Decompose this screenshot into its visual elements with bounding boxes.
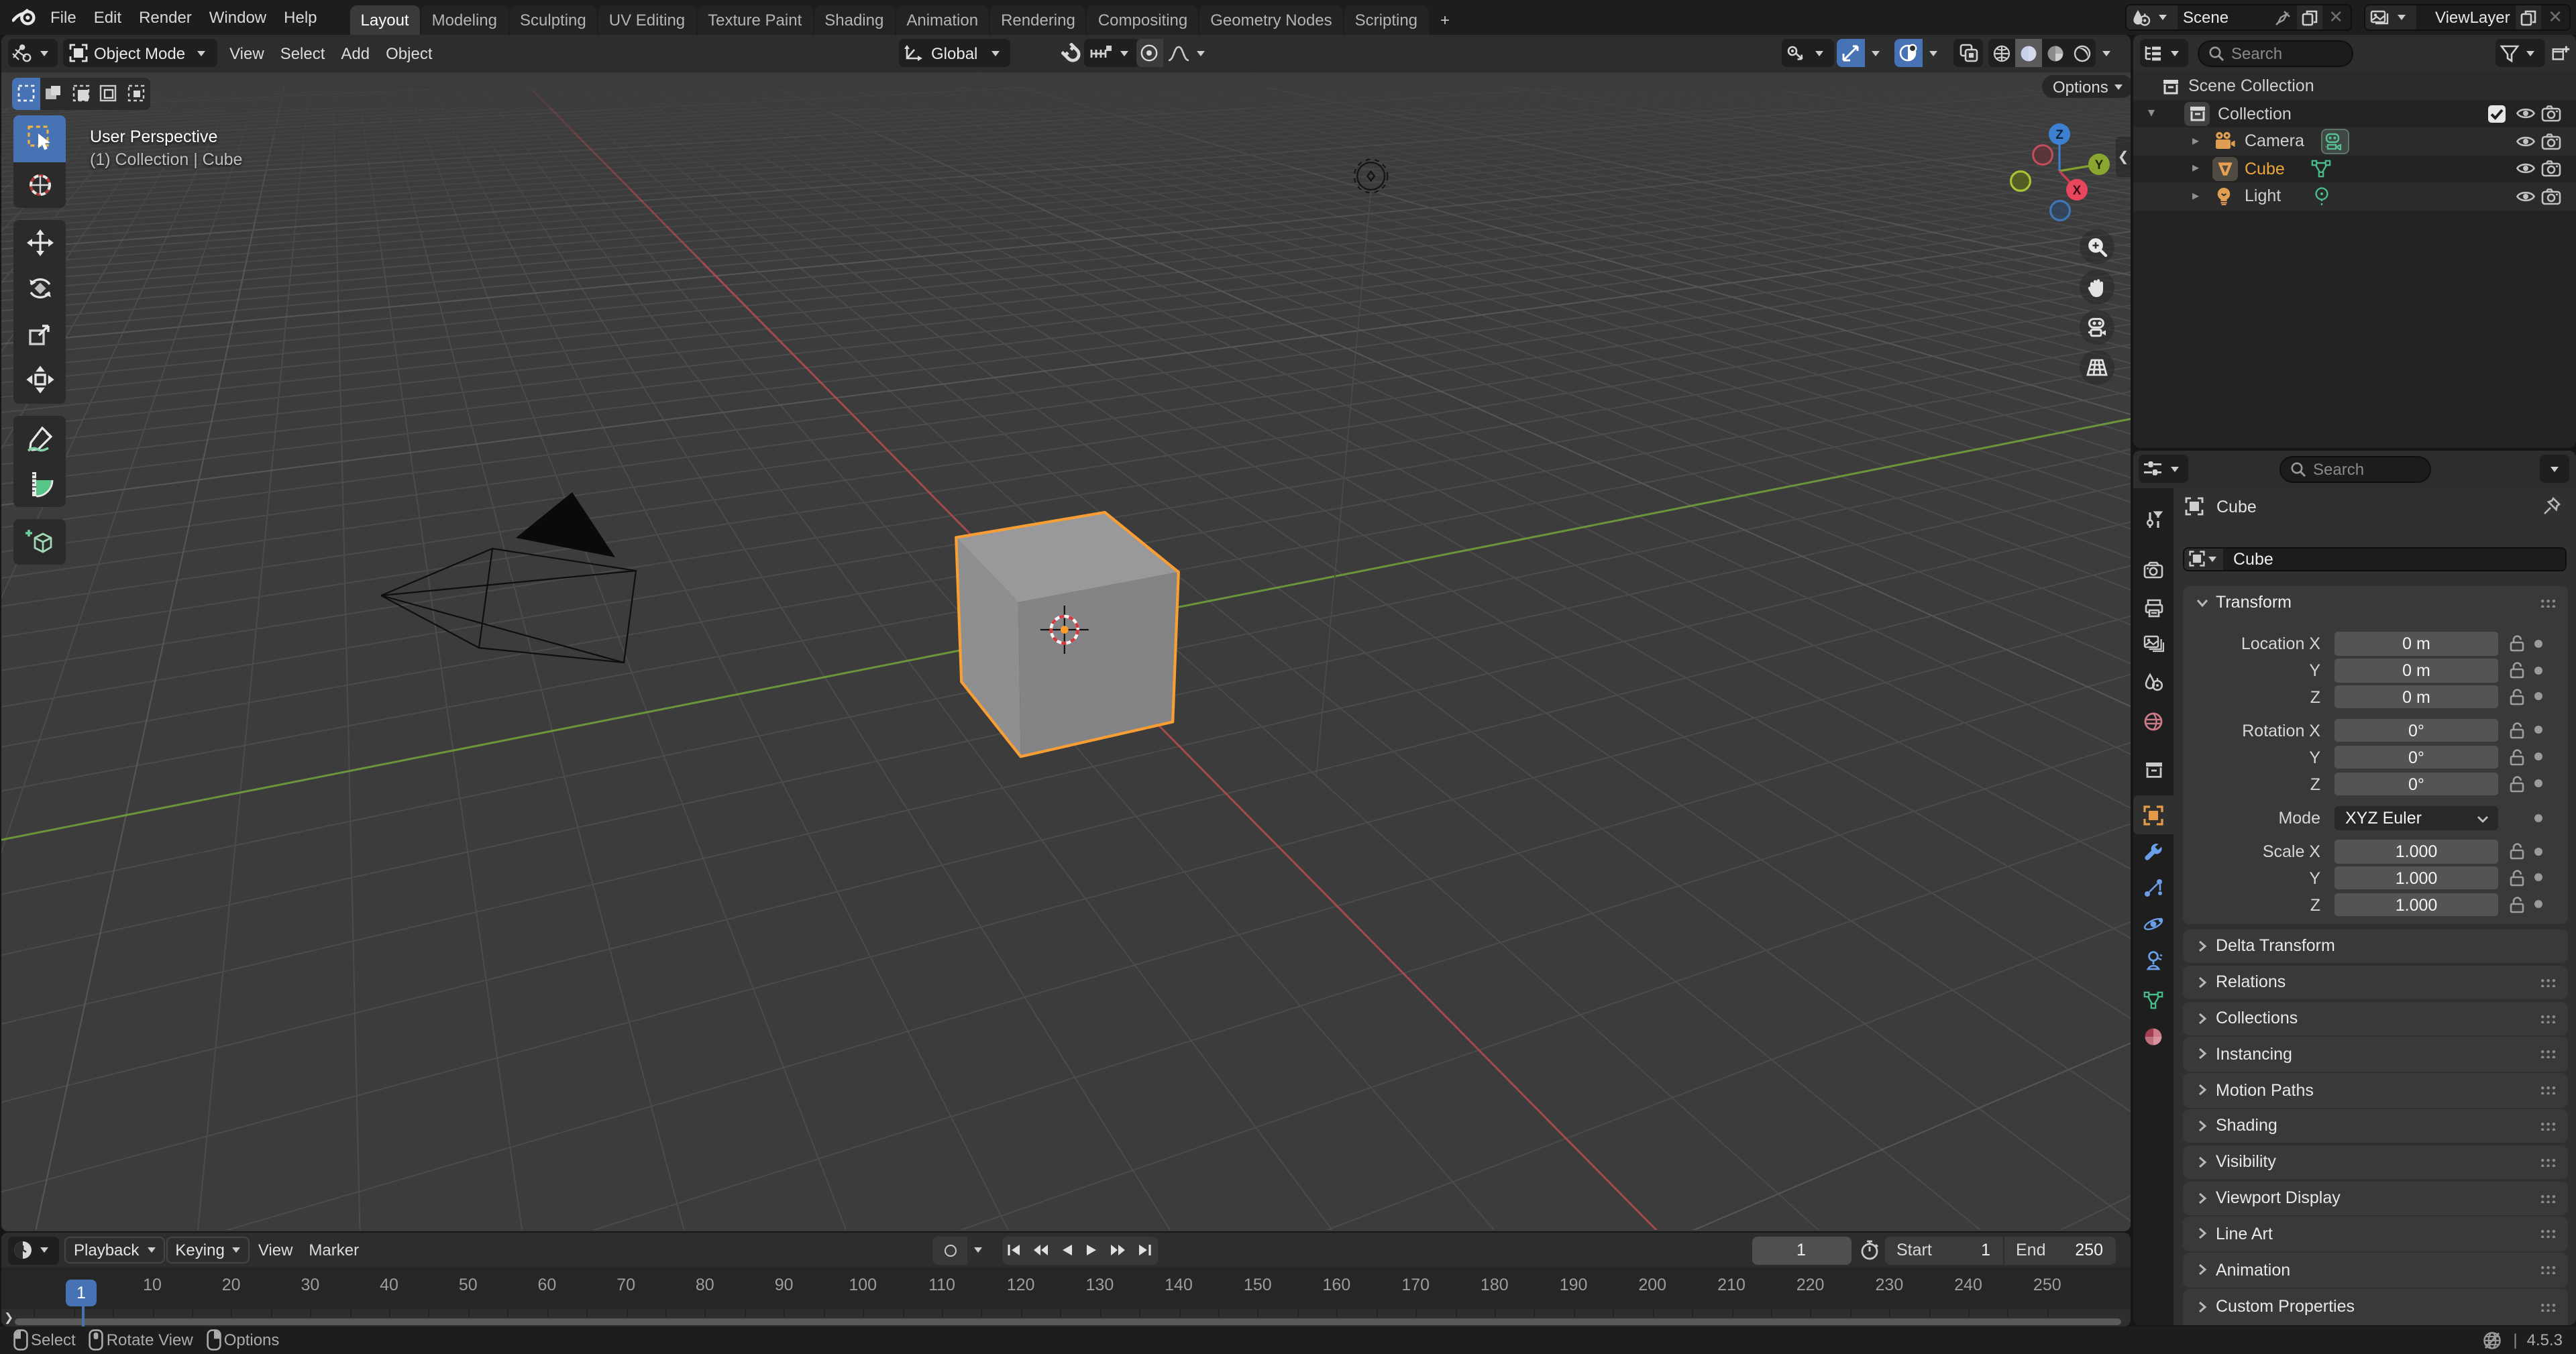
svg-text:X: X bbox=[2073, 184, 2082, 198]
svg-text:Z: Z bbox=[2055, 128, 2063, 142]
svg-text:Y: Y bbox=[2095, 158, 2104, 172]
